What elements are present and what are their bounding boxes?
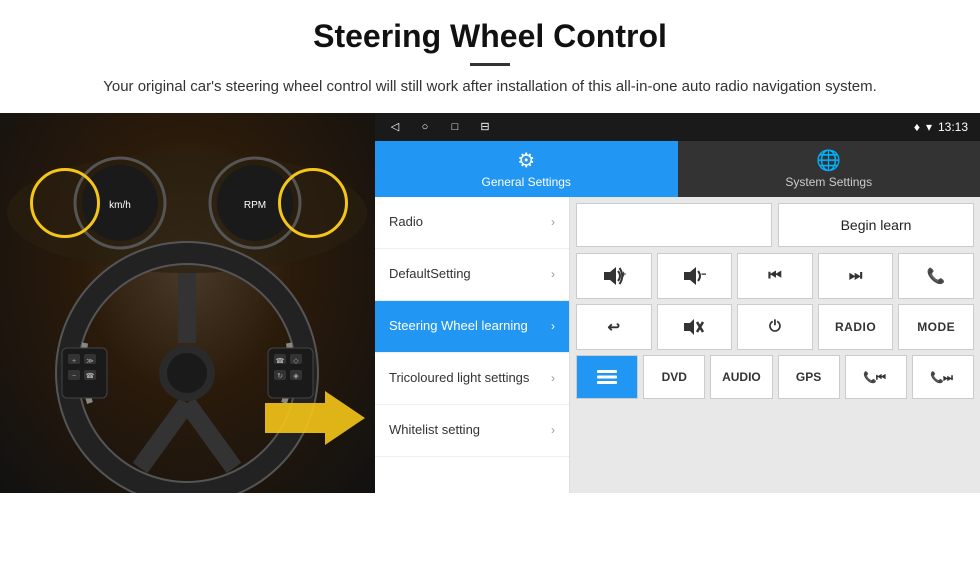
chevron-default: › [551,267,555,281]
power-button[interactable]: ⏻ [737,304,813,350]
svg-text:km/h: km/h [109,200,131,211]
recents-icon[interactable]: □ [447,119,463,135]
chevron-steering: › [551,319,555,333]
prev-track-button[interactable]: ⏮ [737,253,813,299]
settings-main: Radio › DefaultSetting › Steering Wheel … [375,197,980,493]
title-divider [470,63,510,66]
system-settings-icon: 🌐 [816,148,841,173]
chevron-whitelist: › [551,423,555,437]
control-buttons-row2: ↩ ⏻ RADIO MODE [576,304,974,350]
settings-tabs: ⚙ General Settings 🌐 System Settings [375,141,980,197]
special-function-button[interactable] [576,355,638,399]
volume-up-button[interactable]: + [576,253,652,299]
menu-item-whitelist-label: Whitelist setting [389,422,551,439]
control-buttons-row1: + − ⏮ ⏭ 📞 [576,253,974,299]
highlight-circle-right [278,168,348,238]
menu-item-whitelist[interactable]: Whitelist setting › [375,405,569,457]
svg-text:☎: ☎ [276,357,285,365]
chevron-tricoloured: › [551,371,555,385]
menu-item-radio[interactable]: Radio › [375,197,569,249]
menu-item-steering-label: Steering Wheel learning [389,318,551,335]
car-image-area: km/h RPM [0,113,375,493]
status-bar-nav: ◁ ○ □ ⊟ [387,119,493,135]
page-header: Steering Wheel Control Your original car… [0,0,980,109]
svg-text:📞: 📞 [930,370,944,384]
begin-learn-button[interactable]: Begin learn [778,203,974,247]
learn-empty-field [576,203,772,247]
menu-item-tricoloured-label: Tricoloured light settings [389,370,551,387]
tab-system-label: System Settings [785,175,872,189]
settings-content: Begin learn + [570,197,980,493]
audio-button[interactable]: AUDIO [710,355,772,399]
main-content: km/h RPM [0,113,980,493]
svg-text:−: − [701,267,706,281]
chevron-radio: › [551,215,555,229]
signal-icon: ▾ [926,120,932,134]
menu-item-default-setting[interactable]: DefaultSetting › [375,249,569,301]
svg-text:⏮: ⏮ [876,372,886,384]
svg-text:◈: ◈ [293,373,299,380]
menu-item-default-label: DefaultSetting [389,266,551,283]
svg-text:↻: ↻ [277,373,283,380]
next-track-button[interactable]: ⏭ [818,253,894,299]
status-bar-right: ♦ ▾ 13:13 [914,120,968,134]
android-device: ◁ ○ □ ⊟ ♦ ▾ 13:13 ⚙ General Settings 🌐 S… [375,113,980,493]
control-buttons-row3: DVD AUDIO GPS 📞 ⏮ 📞 ⏭ [576,355,974,399]
tab-general[interactable]: ⚙ General Settings [375,141,678,197]
menu-item-tricoloured[interactable]: Tricoloured light settings › [375,353,569,405]
mode-button[interactable]: MODE [898,304,974,350]
mute-button[interactable] [657,304,733,350]
general-settings-icon: ⚙ [517,148,535,173]
svg-text:+: + [621,269,626,279]
svg-text:⏭: ⏭ [943,372,953,384]
home-icon[interactable]: ○ [417,119,433,135]
volume-down-button[interactable]: − [657,253,733,299]
gps-button[interactable]: GPS [778,355,840,399]
svg-text:◇: ◇ [293,358,299,365]
page-subtitle: Your original car's steering wheel contr… [60,76,920,99]
svg-text:≫: ≫ [86,358,93,365]
menu-icon[interactable]: ⊟ [477,119,493,135]
tab-system[interactable]: 🌐 System Settings [678,141,980,197]
svg-text:☎: ☎ [86,372,95,380]
status-bar: ◁ ○ □ ⊟ ♦ ▾ 13:13 [375,113,980,141]
steering-wheel-bg: km/h RPM [0,113,375,493]
back-icon[interactable]: ◁ [387,119,403,135]
svg-text:+: + [72,358,76,365]
clock: 13:13 [938,120,968,134]
phone-next-button[interactable]: 📞 ⏭ [912,355,974,399]
menu-item-steering-wheel[interactable]: Steering Wheel learning › [375,301,569,353]
highlight-circle-left [30,168,100,238]
svg-text:−: − [72,373,76,380]
phone-prev-button[interactable]: 📞 ⏮ [845,355,907,399]
svg-text:RPM: RPM [244,200,266,211]
location-icon: ♦ [914,120,920,134]
dvd-button[interactable]: DVD [643,355,705,399]
settings-menu: Radio › DefaultSetting › Steering Wheel … [375,197,570,493]
radio-button[interactable]: RADIO [818,304,894,350]
begin-learn-row: Begin learn [576,203,974,247]
menu-item-radio-label: Radio [389,214,551,231]
svg-text:📞: 📞 [863,370,877,384]
tab-general-label: General Settings [482,175,571,189]
arrow-indicator [265,388,365,453]
page-title: Steering Wheel Control [60,18,920,55]
back-call-button[interactable]: ↩ [576,304,652,350]
phone-answer-button[interactable]: 📞 [898,253,974,299]
